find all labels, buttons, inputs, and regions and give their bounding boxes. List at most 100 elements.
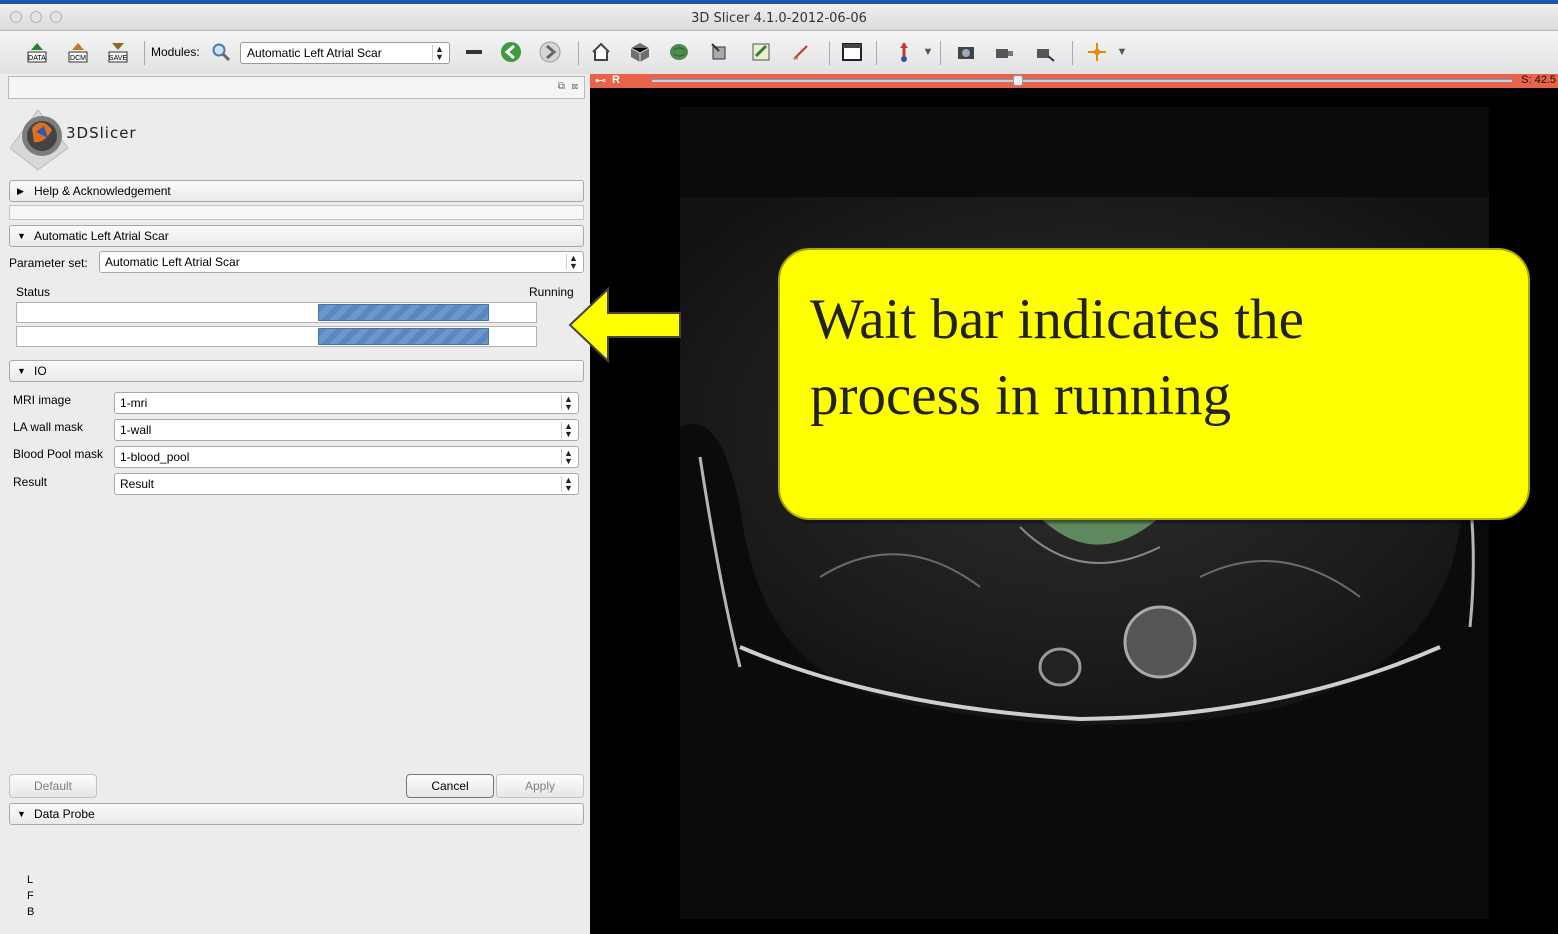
restore-scene-button[interactable]: [1032, 39, 1058, 65]
blood-pool-mask-label: Blood Pool mask: [13, 447, 104, 461]
back-arrow-icon: [501, 42, 521, 62]
chevron-down-icon[interactable]: ▼: [1109, 39, 1135, 65]
spinner-arrows-icon: ▲ ▼: [561, 422, 575, 439]
slice-view-label: R: [612, 74, 620, 86]
help-section-header[interactable]: ▶ Help & Acknowledgement: [9, 180, 584, 202]
expand-triangle-icon: ▶: [17, 186, 24, 196]
restore-scene-icon: [1037, 49, 1055, 62]
collapse-triangle-icon: ▼: [17, 809, 26, 819]
scene-view-button[interactable]: [991, 39, 1017, 65]
models-button[interactable]: [666, 39, 692, 65]
transforms-button[interactable]: [707, 39, 733, 65]
home-button[interactable]: [588, 39, 614, 65]
slice-offset-slider[interactable]: [652, 79, 1512, 82]
module-selector[interactable]: Automatic Left Atrial Scar ▲ ▼: [240, 42, 450, 64]
module-section-title: Automatic Left Atrial Scar: [34, 229, 169, 243]
toolbar-separator: [578, 41, 579, 65]
svg-text:DATA: DATA: [28, 55, 46, 62]
result-value: Result: [120, 477, 155, 491]
result-selector[interactable]: Result ▲ ▼: [114, 473, 579, 495]
pin-icon[interactable]: ⊷: [595, 74, 606, 87]
module-selector-value: Automatic Left Atrial Scar: [247, 46, 382, 60]
probe-letter-b: B: [27, 906, 35, 918]
mri-image-value: 1-mri: [120, 396, 148, 410]
module-panel: ⧉ ⊠ 3DSlicer ▶ Help & Acknowledgement ▼ …: [0, 74, 590, 934]
probe-letter-l: L: [27, 874, 34, 886]
editor-icon: [752, 43, 770, 61]
load-data-button[interactable]: DATA: [24, 39, 50, 65]
toolbar-separator: [876, 41, 877, 65]
slice-controller-bar[interactable]: ⊷ R S: 42.5: [590, 74, 1558, 88]
data-probe-title: Data Probe: [34, 807, 95, 821]
view-3d-button[interactable]: [627, 39, 653, 65]
editor-button[interactable]: [748, 39, 774, 65]
result-label: Result: [13, 475, 48, 489]
layout-button[interactable]: [839, 39, 865, 65]
crosshair-button[interactable]: [1084, 39, 1110, 65]
blood-pool-mask-value: 1-blood_pool: [120, 450, 190, 464]
help-section-title: Help & Acknowledgement: [34, 184, 171, 198]
svg-text:DCM: DCM: [70, 55, 86, 62]
camera-icon: [958, 47, 974, 59]
io-section-header[interactable]: ▼ IO: [9, 360, 584, 382]
scene-camera-icon: [996, 49, 1013, 58]
data-probe-section-header[interactable]: ▼ Data Probe: [9, 803, 584, 825]
toolbar-separator: [829, 41, 830, 65]
blood-pool-mask-selector[interactable]: 1-blood_pool ▲ ▼: [114, 446, 579, 468]
apply-button[interactable]: Apply: [496, 774, 584, 798]
layout-icon: [842, 43, 862, 61]
load-dicom-button[interactable]: DCM: [65, 39, 91, 65]
spinner-arrows-icon: ▲ ▼: [561, 395, 575, 412]
panel-header-field[interactable]: ⧉ ⊠: [8, 76, 585, 99]
progress-bar-fill: [318, 328, 489, 345]
module-history-button[interactable]: [461, 39, 487, 65]
module-section-header[interactable]: ▼ Automatic Left Atrial Scar: [9, 225, 584, 247]
progress-bar: [16, 326, 537, 347]
undock-close-icon[interactable]: ⧉ ⊠: [558, 81, 580, 92]
pen-icon: [793, 45, 808, 60]
back-button[interactable]: [498, 39, 524, 65]
spinner-arrows-icon: ▲ ▼: [566, 254, 580, 271]
la-wall-mask-value: 1-wall: [120, 423, 152, 437]
brain-icon: [670, 44, 688, 60]
load-data-icon: DATA: [27, 43, 47, 63]
save-button[interactable]: SAVE: [105, 39, 131, 65]
save-icon: SAVE: [108, 43, 128, 63]
logo-text: 3DSlicer: [66, 124, 137, 142]
transform-icon: [711, 43, 726, 60]
annotations-button[interactable]: [788, 39, 814, 65]
help-content-bar: [9, 205, 584, 220]
collapse-triangle-icon: ▼: [17, 231, 26, 241]
callout-arrow-icon: [568, 287, 681, 363]
module-search-button[interactable]: [208, 39, 234, 65]
parameter-set-label: Parameter set:: [9, 256, 88, 270]
mri-image-selector[interactable]: 1-mri ▲ ▼: [114, 392, 579, 414]
svg-text:SAVE: SAVE: [109, 55, 127, 62]
collapse-triangle-icon: ▼: [17, 366, 26, 376]
spinner-arrows-icon: ▲ ▼: [561, 476, 575, 493]
main-toolbar: DATA DCM SAVE Modules: Automatic Left At…: [0, 31, 1558, 74]
minus-icon: [466, 50, 482, 54]
forward-arrow-icon: [539, 41, 561, 63]
cube-icon: [630, 43, 650, 62]
forward-button[interactable]: [537, 39, 563, 65]
slice-offset-value: S: 42.5: [1521, 74, 1556, 86]
spinner-arrows-icon: ▲ ▼: [561, 449, 575, 466]
progress-bar: [16, 302, 537, 323]
default-button[interactable]: Default: [9, 774, 97, 798]
callout-line-2: process in running: [810, 364, 1232, 427]
la-wall-mask-selector[interactable]: 1-wall ▲ ▼: [114, 419, 579, 441]
load-dicom-icon: DCM: [68, 43, 88, 63]
chevron-down-icon[interactable]: ▼: [915, 39, 941, 65]
cancel-button[interactable]: Cancel: [406, 774, 494, 798]
screenshot-button[interactable]: [953, 39, 979, 65]
parameter-set-selector[interactable]: Automatic Left Atrial Scar ▲ ▼: [99, 251, 584, 273]
parameter-set-value: Automatic Left Atrial Scar: [105, 255, 240, 269]
slice-slider-handle[interactable]: [1013, 75, 1023, 86]
callout-box: Wait bar indicates the process in runnin…: [778, 248, 1530, 520]
mouse-mode-button[interactable]: [891, 39, 917, 65]
spinner-arrows-icon: ▲ ▼: [432, 45, 446, 62]
toolbar-separator: [1072, 41, 1073, 65]
title-bar: 3D Slicer 4.1.0-2012-06-06: [0, 4, 1558, 31]
status-label: Status: [16, 285, 51, 299]
